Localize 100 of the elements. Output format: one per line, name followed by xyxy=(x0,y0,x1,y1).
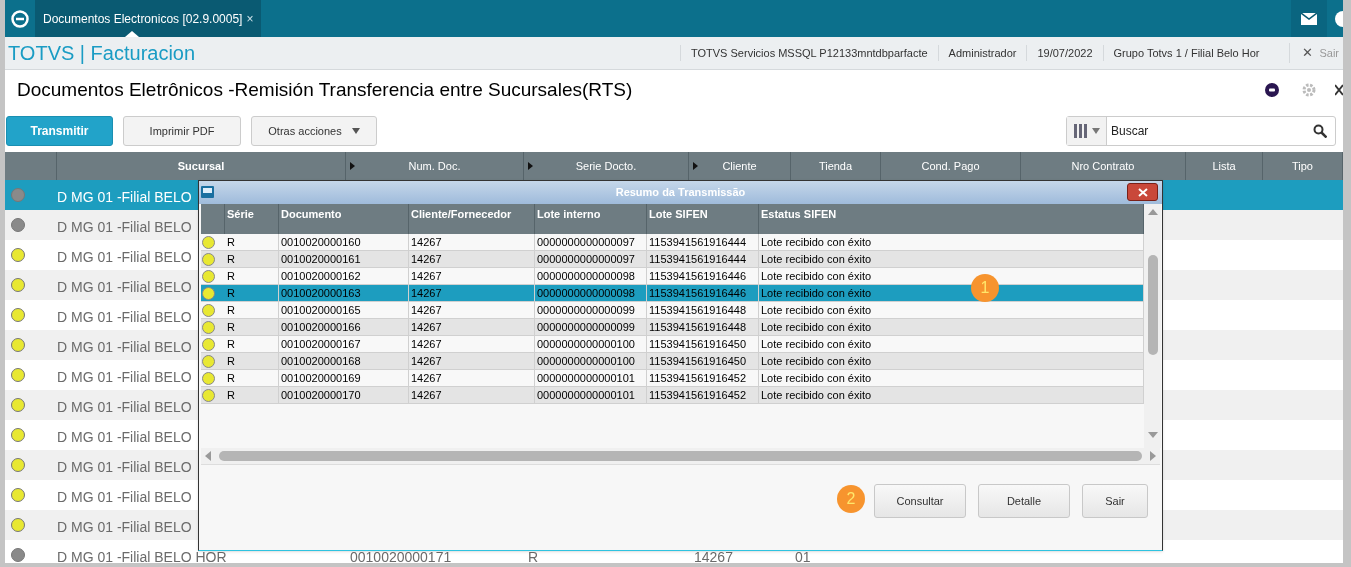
mail-icon[interactable] xyxy=(1291,0,1327,37)
page-title: Documentos Eletrônicos -Remisión Transferencia entre Sucursales(RTS) xyxy=(16,77,634,102)
table-cell: R xyxy=(225,234,279,250)
table-row[interactable]: R 0010020000169 14267 0000000000000101 1153941561916452 Lote recibido con éxito xyxy=(201,370,1144,387)
table-cell-text: 01 xyxy=(795,548,811,563)
dialog-title: Resumo da Transmissão xyxy=(615,185,746,201)
table-cell: R xyxy=(225,319,279,335)
table-cell: 1153941561916450 xyxy=(647,336,759,352)
table-cell: 1153941561916444 xyxy=(647,251,759,267)
table-cell: 0000000000000101 xyxy=(535,387,647,403)
table-cell: 0010020000165 xyxy=(279,302,409,318)
table-cell: 1153941561916452 xyxy=(647,387,759,403)
table-cell-text: D MG 01 -Filial BELO xyxy=(57,278,192,297)
table-cell-text: 14267 xyxy=(694,548,733,563)
table-cell-text: D MG 01 -Filial BELO xyxy=(57,218,192,237)
table-cell-text: D MG 01 -Filial BELO xyxy=(57,428,192,447)
table-cell: 0000000000000097 xyxy=(535,234,647,250)
close-icon[interactable]: × xyxy=(246,9,254,28)
header-info: 19/07/2022 xyxy=(1026,44,1103,62)
table-row[interactable]: R 0010020000166 14267 0000000000000099 1153941561916448 Lote recibido con éxito xyxy=(201,319,1144,336)
table-cell-text: D MG 01 -Filial BELO xyxy=(57,308,192,327)
table-cell: 14267 xyxy=(409,336,535,352)
table-cell: 14267 xyxy=(409,285,535,301)
table-cell-text: D MG 01 -Filial BELO HOR xyxy=(57,548,227,563)
scrollbar[interactable] xyxy=(1144,204,1161,448)
table-cell: 0000000000000100 xyxy=(535,336,647,352)
table-cell: 0000000000000101 xyxy=(535,370,647,386)
header-info: Administrador xyxy=(937,44,1027,62)
table-cell: 0000000000000098 xyxy=(535,285,647,301)
sort-arrow-icon[interactable] xyxy=(693,162,698,170)
button[interactable]: Imprimir PDF xyxy=(123,116,241,146)
table-cell: 14267 xyxy=(409,302,535,318)
table-cell-text: R xyxy=(528,548,539,563)
table-cell: 14267 xyxy=(409,251,535,267)
table-cell: R xyxy=(225,268,279,284)
table-cell-text: D MG 01 -Filial BELO xyxy=(57,518,192,537)
caret-icon[interactable] xyxy=(1091,128,1100,134)
table-cell: 14267 xyxy=(409,319,535,335)
tab[interactable]: Documentos Electronicos [02.9.0005] × xyxy=(35,0,262,37)
table-cell: 0010020000166 xyxy=(279,319,409,335)
search-field[interactable]: Buscar xyxy=(1107,117,1305,145)
table-cell: 0000000000000100 xyxy=(535,353,647,369)
table-cell: 0010020000163 xyxy=(279,285,409,301)
table-cell-text: D MG 01 -Filial BELO xyxy=(57,458,192,477)
close-icon[interactable] xyxy=(1335,84,1343,96)
table-cell: 0010020000161 xyxy=(279,251,409,267)
table-row[interactable]: R 0010020000170 14267 0000000000000101 1153941561916452 Lote recibido con éxito xyxy=(201,387,1144,404)
table-cell: 1153941561916446 xyxy=(647,285,759,301)
table-cell: 0010020000169 xyxy=(279,370,409,386)
table-cell: 1153941561916446 xyxy=(647,268,759,284)
header-info: Grupo Totvs 1 / Filial Belo Hor xyxy=(1102,44,1270,62)
close-icon xyxy=(1137,187,1148,197)
table-cell: 14267 xyxy=(409,353,535,369)
table-cell: 1153941561916448 xyxy=(647,302,759,318)
table-cell: R xyxy=(225,353,279,369)
sort-arrow-icon[interactable] xyxy=(350,162,355,170)
table-cell-text: D MG 01 -Filial BELO xyxy=(57,398,192,417)
table-cell: 0000000000000097 xyxy=(535,251,647,267)
table-cell: 14267 xyxy=(409,370,535,386)
table-cell: R xyxy=(225,370,279,386)
table-cell: 0000000000000099 xyxy=(535,302,647,318)
table-row[interactable]: R 0010020000160 14267 0000000000000097 1153941561916444 Lote recibido con éxito xyxy=(201,234,1144,251)
table-row[interactable]: R 0010020000161 14267 0000000000000097 1153941561916444 Lote recibido con éxito xyxy=(201,251,1144,268)
table-row[interactable]: R 0010020000168 14267 0000000000000100 1153941561916450 Lote recibido con éxito xyxy=(201,353,1144,370)
close-icon[interactable]: ✕ xyxy=(1302,43,1314,63)
table-cell-text: 0010020000171 xyxy=(350,548,452,563)
scrollbar[interactable] xyxy=(201,448,1160,465)
table-cell: 14267 xyxy=(409,268,535,284)
table-cell: 14267 xyxy=(409,234,535,250)
close-button[interactable] xyxy=(1127,183,1158,201)
table-cell: 1153941561916450 xyxy=(647,353,759,369)
table-cell-text: D MG 01 -Filial BELO xyxy=(57,338,192,357)
table-cell-text: D MG 01 -Filial BELO xyxy=(57,188,192,207)
menu-button[interactable]: Otras acciones xyxy=(251,116,377,146)
button[interactable]: Sair xyxy=(1082,484,1148,518)
table-row[interactable]: R 0010020000165 14267 0000000000000099 1153941561916448 Lote recibido con éxito xyxy=(201,302,1144,319)
search-bar[interactable]: Buscar xyxy=(1066,116,1336,146)
button[interactable]: Detalle xyxy=(978,484,1070,518)
table-row[interactable]: R 0010020000167 14267 0000000000000100 1153941561916450 Lote recibido con éxito xyxy=(201,336,1144,353)
status-icon[interactable] xyxy=(1265,83,1279,97)
button[interactable]: Consultar xyxy=(874,484,966,518)
table-cell: R xyxy=(225,387,279,403)
table-cell: 0010020000162 xyxy=(279,268,409,284)
caret-icon xyxy=(351,128,360,134)
table-cell: 1153941561916452 xyxy=(647,370,759,386)
table-cell: 0000000000000098 xyxy=(535,268,647,284)
table-cell: R xyxy=(225,302,279,318)
table-cell-text: D MG 01 -Filial BELO xyxy=(57,368,192,387)
table-cell: R xyxy=(225,336,279,352)
columns-icon[interactable] xyxy=(1073,124,1088,138)
table-cell: 0010020000167 xyxy=(279,336,409,352)
table-cell: 0010020000160 xyxy=(279,234,409,250)
table-cell: R xyxy=(225,285,279,301)
table-cell: 0010020000170 xyxy=(279,387,409,403)
header-info: TOTVS Servicios MSSQL P12133mntdbparfacte xyxy=(680,44,938,62)
app-title: TOTVS | Facturacion xyxy=(7,41,197,66)
table-cell: 0010020000168 xyxy=(279,353,409,369)
table-cell: 14267 xyxy=(409,387,535,403)
sort-arrow-icon[interactable] xyxy=(528,162,533,170)
table-cell: 0000000000000099 xyxy=(535,319,647,335)
